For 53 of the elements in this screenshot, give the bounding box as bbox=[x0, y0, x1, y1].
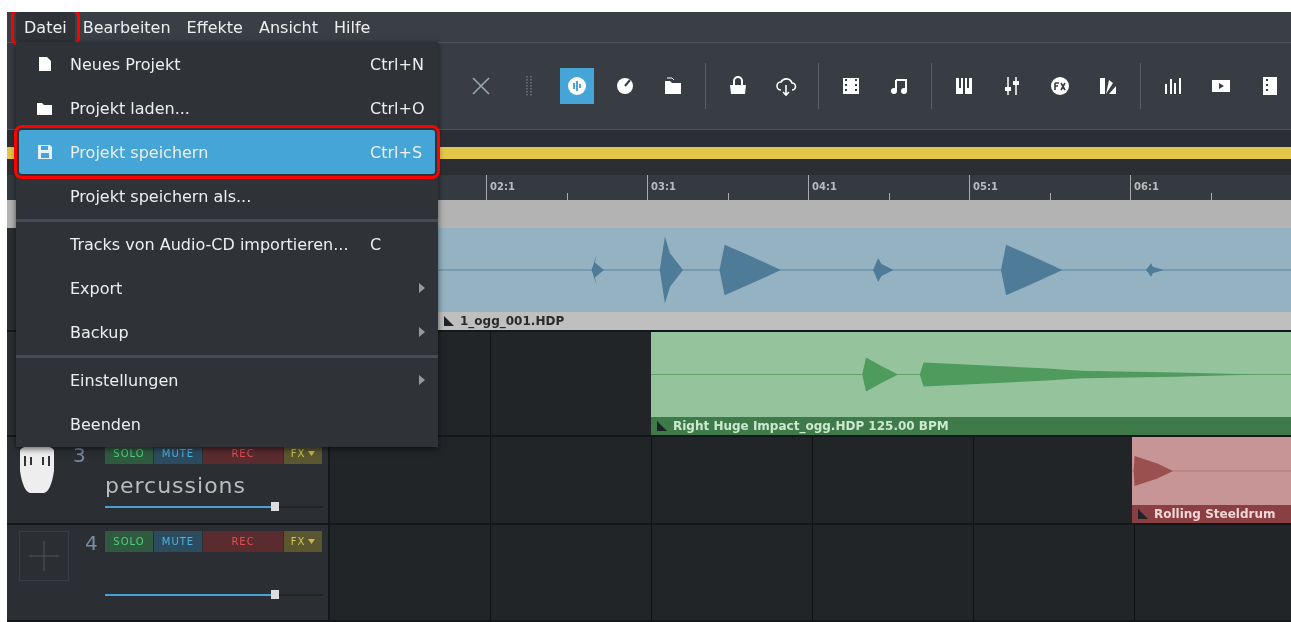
fx-icon bbox=[1049, 75, 1071, 97]
audio-clip[interactable]: Right Huge Impact_ogg.HDP 125.00 BPM bbox=[651, 332, 1291, 435]
menu-bar-item[interactable]: Bearbeiten bbox=[74, 12, 179, 42]
save-icon bbox=[37, 145, 52, 159]
solo-button[interactable]: SOLO bbox=[105, 531, 153, 552]
new-file-icon bbox=[37, 56, 52, 72]
shortcut-label: Ctrl+N bbox=[370, 54, 425, 74]
ruler-label: 04:1 bbox=[812, 180, 837, 192]
ruler-label: 05:1 bbox=[973, 180, 998, 192]
waveform-tool-button[interactable] bbox=[560, 68, 595, 104]
corner-icon bbox=[657, 421, 667, 431]
clip-label: 1_ogg_001.HDP bbox=[460, 314, 565, 328]
menu-item[interactable]: Projekt speichern als... bbox=[19, 174, 435, 218]
slider-thumb[interactable] bbox=[271, 590, 280, 599]
menu-item[interactable]: Beenden bbox=[19, 402, 435, 446]
track-number: 4 bbox=[85, 531, 98, 555]
caret-icon bbox=[308, 451, 316, 456]
audio-clip[interactable]: Rolling Steeldrum bbox=[1132, 437, 1291, 523]
menu-item[interactable]: Neues Projekt Ctrl+N bbox=[19, 42, 435, 86]
bag-icon bbox=[727, 75, 749, 97]
menu-item[interactable]: Projekt laden... Ctrl+O bbox=[19, 86, 435, 130]
fx-button[interactable]: FX bbox=[284, 531, 322, 552]
ruler-label: 03:1 bbox=[651, 180, 676, 192]
track-number: 3 bbox=[73, 443, 86, 467]
menu-bar-item[interactable]: Ansicht bbox=[250, 12, 327, 42]
menu-bar-item[interactable]: Effekte bbox=[178, 12, 251, 42]
shortcut-label: Ctrl+S bbox=[370, 142, 424, 162]
shortcut-label: Ctrl+O bbox=[370, 98, 425, 118]
menu-bar-item[interactable]: Hilfe bbox=[326, 12, 379, 42]
grip-icon bbox=[526, 75, 532, 97]
clip-label: Rolling Steeldrum bbox=[1154, 507, 1276, 521]
menu-item[interactable]: Export bbox=[19, 266, 435, 310]
mute-button[interactable]: MUTE bbox=[154, 531, 202, 552]
track-name: percussions bbox=[105, 474, 246, 498]
audio-clip[interactable]: 1_ogg_001.HDP bbox=[438, 228, 1291, 330]
plus-icon bbox=[27, 539, 61, 573]
slider-thumb[interactable] bbox=[271, 502, 280, 511]
waveform-icon bbox=[566, 75, 589, 97]
menu-item[interactable]: Einstellungen bbox=[19, 358, 435, 402]
clip-label: Right Huge Impact_ogg.HDP 125.00 BPM bbox=[673, 419, 949, 433]
shortcut-label: C bbox=[370, 234, 383, 254]
folder-icon bbox=[37, 101, 52, 115]
menu-item[interactable]: Tracks von Audio-CD importieren... C bbox=[19, 222, 435, 266]
ruler-label: 06:1 bbox=[1134, 180, 1159, 192]
fan-icon bbox=[1097, 75, 1119, 97]
ruler-label: 02:1 bbox=[490, 180, 515, 192]
cloud-icon bbox=[775, 75, 798, 97]
caret-icon bbox=[308, 539, 316, 544]
close-icon bbox=[470, 75, 492, 97]
corner-icon bbox=[1138, 509, 1148, 519]
corner-icon bbox=[444, 316, 454, 326]
menu-item[interactable]: Backup bbox=[19, 310, 435, 354]
film-icon bbox=[840, 75, 862, 97]
